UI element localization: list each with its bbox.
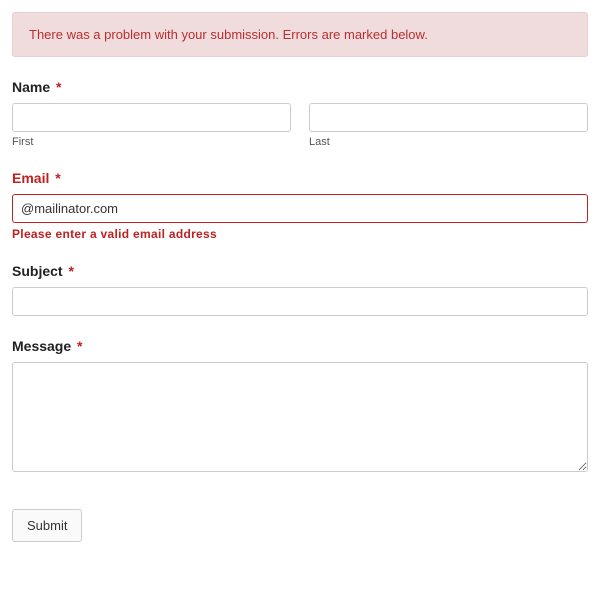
subject-input[interactable] [12,287,588,316]
first-name-input[interactable] [12,103,291,132]
name-row: First Last [12,103,588,148]
message-label-text: Message [12,338,71,354]
last-name-input[interactable] [309,103,588,132]
message-textarea[interactable] [12,362,588,472]
error-banner: There was a problem with your submission… [12,12,588,57]
submit-button-label: Submit [27,518,67,533]
first-name-col: First [12,103,291,148]
message-label: Message * [12,338,588,354]
email-input[interactable] [12,194,588,223]
first-name-sublabel: First [12,136,291,148]
error-banner-text: There was a problem with your submission… [29,27,428,42]
message-required-indicator: * [77,338,82,354]
name-label: Name * [12,79,588,95]
email-label: Email * [12,170,588,186]
email-field-group: Email * Please enter a valid email addre… [12,170,588,241]
subject-field-group: Subject * [12,263,588,316]
email-label-text: Email [12,170,49,186]
subject-required-indicator: * [68,263,73,279]
last-name-col: Last [309,103,588,148]
email-required-indicator: * [55,170,60,186]
submit-button[interactable]: Submit [12,509,82,542]
name-field-group: Name * First Last [12,79,588,148]
message-field-group: Message * [12,338,588,475]
subject-label: Subject * [12,263,588,279]
name-required-indicator: * [56,79,61,95]
name-label-text: Name [12,79,50,95]
subject-label-text: Subject [12,263,63,279]
last-name-sublabel: Last [309,136,588,148]
email-error-message: Please enter a valid email address [12,227,588,241]
